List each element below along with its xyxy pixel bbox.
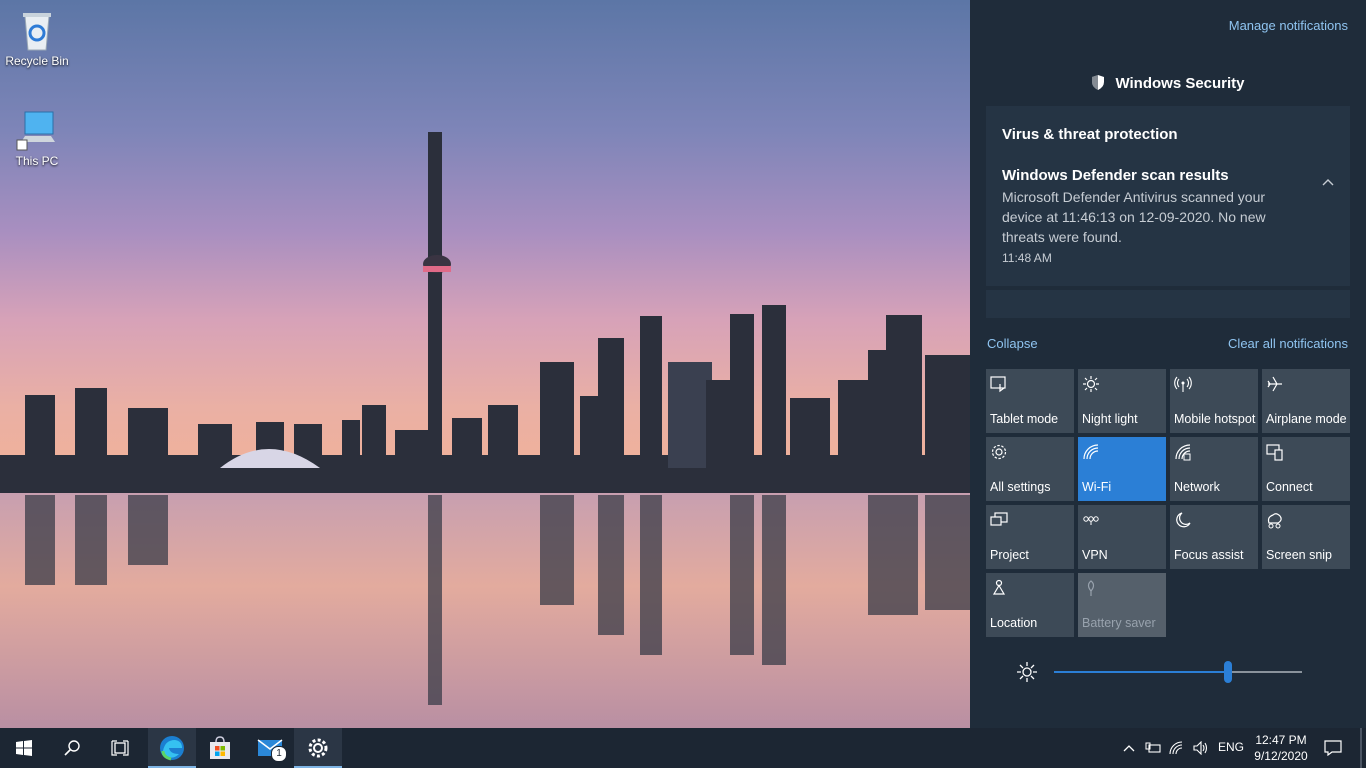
edge-taskbar-button[interactable]	[148, 728, 196, 768]
tile-label: Connect	[1266, 480, 1313, 494]
location-icon	[992, 579, 1006, 595]
clock-time: 12:47 PM	[1255, 733, 1307, 747]
store-taskbar-button[interactable]	[196, 728, 244, 768]
network-tray-button[interactable]	[1166, 728, 1188, 768]
notification-icon	[1324, 740, 1342, 756]
desktop-icon-this-pc[interactable]: This PC	[0, 108, 74, 168]
tile-label: Battery saver	[1082, 616, 1156, 630]
clock-date: 9/12/2020	[1254, 749, 1308, 763]
moon-icon	[1176, 512, 1191, 528]
store-icon	[210, 736, 230, 759]
task-view-icon	[111, 740, 129, 756]
screen-snip-icon	[1267, 513, 1282, 529]
speaker-icon	[1193, 741, 1208, 755]
windows-logo-icon	[16, 740, 32, 756]
tile-connect[interactable]: Connect	[1262, 437, 1350, 501]
battery-saver-icon	[1087, 580, 1095, 596]
tile-all-settings[interactable]: All settings	[986, 437, 1074, 501]
shield-icon	[1092, 75, 1105, 90]
tile-battery-saver: Battery saver	[1078, 573, 1166, 637]
tile-label: Project	[990, 548, 1029, 562]
tile-vpn[interactable]: VPN	[1078, 505, 1166, 569]
connect-icon	[1266, 444, 1283, 461]
mobile-hotspot-icon	[1174, 376, 1192, 392]
desktop-wallpaper: Recycle Bin This PC	[0, 0, 970, 728]
tile-label: All settings	[990, 480, 1051, 494]
tile-label: Night light	[1082, 412, 1138, 426]
airplane-icon	[1267, 376, 1282, 392]
tile-location[interactable]: Location	[986, 573, 1074, 637]
network-icon	[1175, 444, 1191, 461]
app-title: Windows Security	[1115, 75, 1245, 92]
search-icon	[64, 740, 80, 756]
tile-label: Focus assist	[1174, 548, 1244, 562]
tile-label: Tablet mode	[990, 412, 1059, 426]
slider-thumb[interactable]	[1224, 661, 1232, 683]
tile-network[interactable]: Network	[1170, 437, 1258, 501]
brightness-slider[interactable]	[1054, 661, 1302, 683]
clear-all-notifications-button[interactable]: Clear all notifications	[1228, 336, 1348, 351]
city-skyline-image	[0, 132, 970, 728]
edge-icon	[160, 736, 184, 761]
tile-tablet-mode[interactable]: Tablet mode	[986, 369, 1074, 433]
notification-body: Microsoft Defender Antivirus scanned you…	[1002, 189, 1266, 245]
recycle-bin-icon	[23, 13, 51, 51]
tile-airplane-mode[interactable]: Airplane mode	[1262, 369, 1350, 433]
notification-card-partial[interactable]	[986, 290, 1350, 318]
start-button[interactable]	[0, 728, 48, 768]
input-language-indicator[interactable]: ENG	[1218, 740, 1244, 754]
show-desktop-button[interactable]	[1360, 728, 1362, 768]
tile-label: Network	[1174, 480, 1220, 494]
chevron-up-icon[interactable]	[1322, 178, 1334, 186]
volume-tray-button[interactable]	[1190, 728, 1212, 768]
gear-icon	[991, 444, 1007, 460]
taskbar: 1 ENG 12:47 PM 9/12/2020	[0, 728, 1366, 768]
mail-taskbar-button[interactable]: 1	[246, 728, 294, 768]
tablet-mode-icon	[990, 376, 1006, 393]
computer-icon	[16, 111, 55, 151]
tile-screen-snip[interactable]: Screen snip	[1262, 505, 1350, 569]
tile-night-light[interactable]: Night light	[1078, 369, 1166, 433]
tile-label: Mobile hotspot	[1174, 412, 1256, 426]
gear-icon	[308, 738, 328, 758]
notification-title: Windows Defender scan results	[1002, 167, 1229, 184]
wifi-icon	[1083, 444, 1099, 460]
notification-group-title: Virus & threat protection	[1002, 126, 1178, 143]
search-button[interactable]	[48, 728, 96, 768]
battery-tray-button[interactable]	[1142, 728, 1164, 768]
wifi-icon	[1169, 741, 1183, 755]
manage-notifications-link[interactable]: Manage notifications	[1229, 18, 1348, 33]
battery-icon	[1145, 742, 1161, 753]
tile-label: Screen snip	[1266, 548, 1333, 562]
tile-label: Wi-Fi	[1082, 480, 1112, 494]
notification-app-header: Windows Security	[970, 74, 1366, 92]
tile-project[interactable]: Project	[986, 505, 1074, 569]
tile-label: VPN	[1082, 548, 1108, 562]
tile-mobile-hotspot[interactable]: Mobile hotspot	[1170, 369, 1258, 433]
desktop-icon-label: Recycle Bin	[5, 54, 69, 68]
tile-label: Location	[990, 616, 1038, 630]
desktop-icon-label: This PC	[15, 154, 59, 168]
taskbar-clock[interactable]: 12:47 PM 9/12/2020	[1248, 732, 1314, 764]
show-hidden-icons-button[interactable]	[1118, 728, 1140, 768]
vpn-icon	[1083, 516, 1099, 525]
collapse-button[interactable]: Collapse	[987, 336, 1038, 351]
night-light-icon	[1083, 376, 1099, 392]
chevron-up-icon	[1123, 745, 1135, 752]
slider-fill	[1054, 671, 1228, 673]
notification-time: 11:48 AM	[1002, 251, 1052, 265]
brightness-icon	[1017, 662, 1037, 682]
tile-focus-assist[interactable]: Focus assist	[1170, 505, 1258, 569]
desktop-icon-recycle-bin[interactable]: Recycle Bin	[0, 8, 74, 68]
tile-wifi[interactable]: Wi-Fi	[1078, 437, 1166, 501]
notification-card[interactable]: Virus & threat protection Windows Defend…	[986, 106, 1350, 286]
project-icon	[990, 512, 1008, 526]
mail-unread-badge: 1	[271, 746, 287, 762]
task-view-button[interactable]	[96, 728, 144, 768]
tile-label: Airplane mode	[1266, 412, 1347, 426]
settings-taskbar-button[interactable]	[294, 728, 342, 768]
action-center-button[interactable]	[1316, 728, 1350, 768]
